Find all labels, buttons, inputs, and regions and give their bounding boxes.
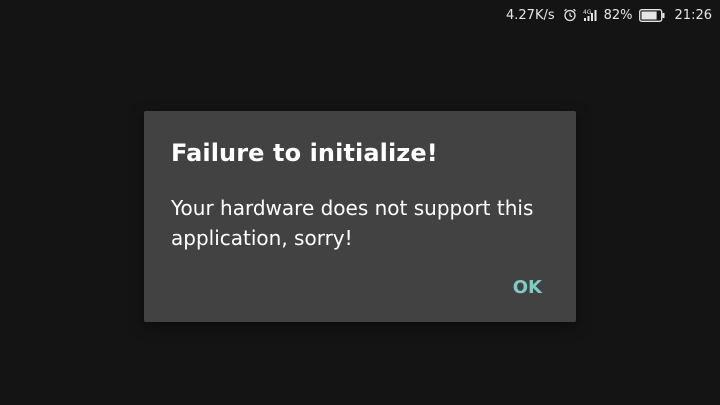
alert-dialog: Failure to initialize! Your hardware doe… [144, 111, 576, 322]
signal-4g-icon: 4G [583, 8, 597, 22]
screen: 4.27K/s 4G 82% 21:26 Failure to initiali… [0, 0, 720, 405]
svg-text:4G: 4G [583, 9, 592, 16]
dialog-title: Failure to initialize! [171, 139, 438, 167]
clock: 21:26 [674, 7, 712, 23]
network-speed: 4.27K/s [506, 7, 555, 23]
battery-icon [638, 8, 665, 22]
ok-button[interactable]: OK [503, 269, 552, 306]
dialog-message: Your hardware does not support this appl… [171, 196, 534, 250]
battery-percent: 82% [603, 7, 633, 23]
status-bar: 4.27K/s 4G 82% 21:26 [506, 0, 720, 30]
alarm-clock-icon [563, 8, 577, 22]
